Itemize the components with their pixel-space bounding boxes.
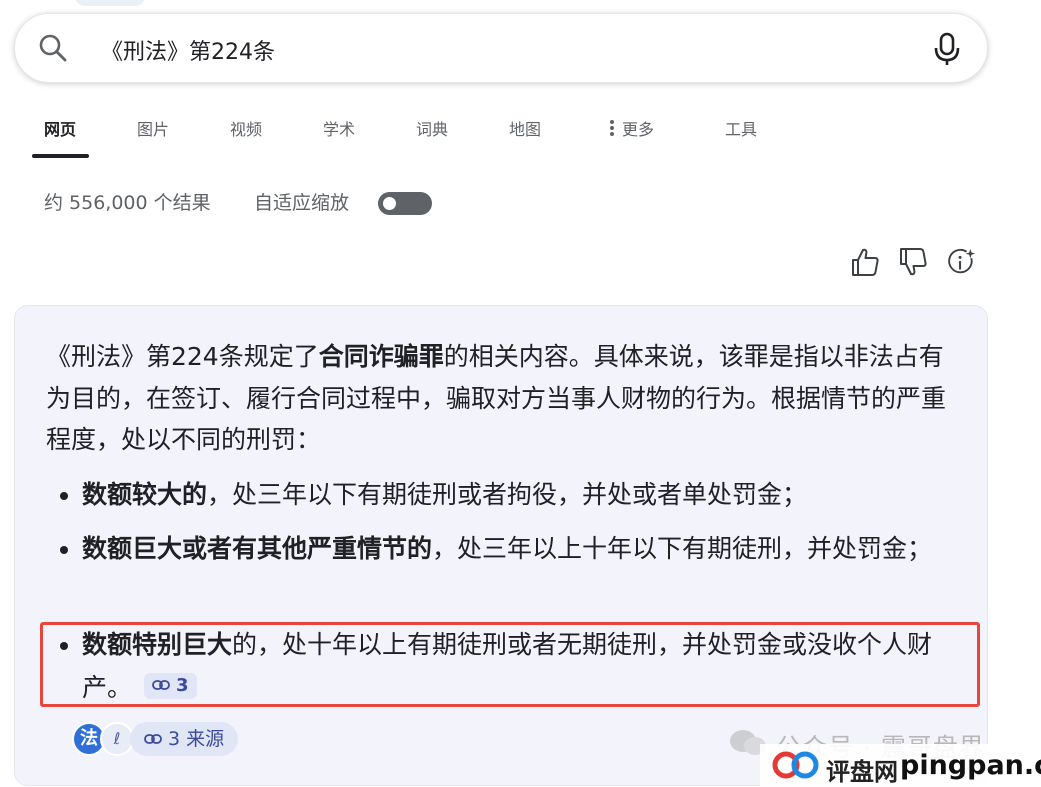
tab-web[interactable]: 网页: [44, 116, 76, 140]
answer-bullet: 数额巨大或者有其他严重情节的，处三年以上十年以下有期徒刑，并处罚金；: [60, 527, 962, 570]
answer-intro-prefix: 《刑法》第224条规定了: [46, 342, 319, 371]
sources-button[interactable]: 3 来源: [130, 722, 239, 756]
answer-intro-bold: 合同诈骗罪: [318, 342, 444, 371]
tab-more-label: 更多: [622, 120, 655, 139]
tab-dictionary[interactable]: 词典: [416, 116, 448, 140]
tab-maps[interactable]: 地图: [509, 116, 541, 140]
tab-tools[interactable]: 工具: [725, 116, 757, 140]
toggle-knob: [383, 197, 396, 210]
bullet-dot: [60, 546, 68, 554]
source-favicon: ℓ: [100, 722, 134, 756]
sparkle-info-icon[interactable]: [946, 246, 976, 278]
answer-intro: 《刑法》第224条规定了合同诈骗罪的相关内容。具体来说，该罪是指以非法占有为目的…: [46, 336, 966, 461]
adaptive-zoom-label: 自适应缩放: [254, 192, 350, 214]
tab-academic[interactable]: 学术: [323, 116, 355, 140]
result-count: 约 556,000 个结果: [44, 192, 211, 214]
answer-bullet: 数额较大的，处三年以下有期徒刑或者拘役，并处或者单处罚金；: [60, 473, 962, 516]
search-bar[interactable]: 《刑法》第224条: [14, 13, 988, 83]
search-icon[interactable]: [37, 32, 69, 64]
bullet-text: ，处三年以上十年以下有期徒刑，并处罚金；: [432, 534, 933, 563]
previous-pill-fragment: [75, 0, 145, 6]
bullet-bold: 数额巨大或者有其他严重情节的: [82, 534, 433, 563]
thumbs-up-icon[interactable]: [850, 246, 880, 278]
bullet-text: ，处三年以下有期徒刑或者拘役，并处或者单处罚金；: [207, 480, 808, 509]
tab-videos[interactable]: 视频: [230, 116, 262, 140]
bullet-bold: 数额较大的: [82, 480, 208, 509]
more-dots-icon: [610, 118, 614, 138]
sources-label: 3 来源: [168, 728, 225, 750]
search-input[interactable]: 《刑法》第224条: [101, 34, 275, 66]
search-tabs: 网页 图片 视频 学术 词典 地图 更多 工具: [0, 110, 1041, 160]
adaptive-zoom-toggle[interactable]: [378, 192, 432, 215]
site-logo: [772, 751, 819, 779]
site-watermark-cn: 评盘网: [826, 758, 898, 786]
annotation-highlight-box: [40, 622, 980, 707]
tab-more[interactable]: 更多: [610, 116, 654, 141]
thumbs-down-icon[interactable]: [898, 246, 928, 278]
bullet-dot: [60, 492, 68, 500]
link-icon: [144, 734, 162, 744]
site-watermark-en: pingpan.cc: [900, 750, 1041, 781]
active-tab-indicator: [32, 154, 89, 158]
microphone-icon[interactable]: [933, 31, 961, 67]
tab-images[interactable]: 图片: [137, 116, 169, 140]
